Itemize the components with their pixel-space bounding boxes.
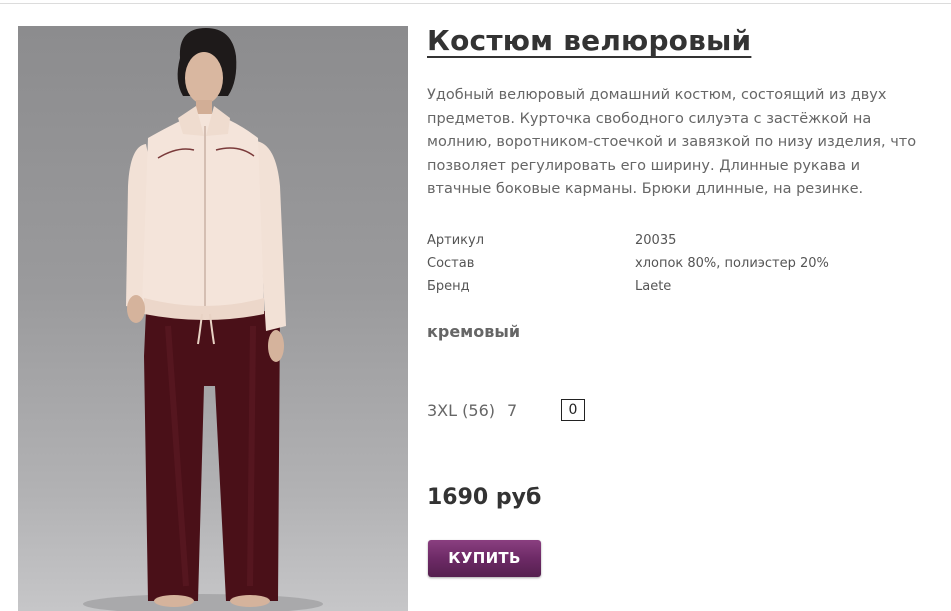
spec-label: Артикул (427, 233, 485, 248)
product-color: кремовый (427, 322, 521, 341)
spec-label: Бренд (427, 279, 470, 294)
top-divider (0, 3, 951, 4)
product-photo[interactable] (18, 26, 408, 611)
product-specs-table: Артикул 20035 Состав хлопок 80%, полиэст… (427, 229, 907, 298)
spec-value: хлопок 80%, полиэстер 20% (635, 256, 829, 271)
product-price: 1690 руб (427, 485, 542, 510)
product-title: Костюм велюровый (427, 24, 752, 57)
buy-button[interactable]: КУПИТЬ (428, 540, 541, 577)
spec-value: Laete (635, 279, 672, 294)
size-row: 3XL (56) 7 0 (427, 399, 585, 421)
spec-row-composition: Состав хлопок 80%, полиэстер 20% (427, 252, 907, 275)
model-illustration (83, 28, 323, 611)
size-stock-count: 7 (507, 400, 518, 420)
spec-label: Состав (427, 256, 475, 271)
product-description: Удобный велюровый домашний костюм, состо… (427, 87, 917, 197)
size-label: 3XL (56) (427, 400, 495, 420)
quantity-input[interactable]: 0 (561, 399, 585, 421)
spec-row-brand: Бренд Laete (427, 275, 907, 298)
spec-value: 20035 (635, 233, 677, 248)
spec-row-article: Артикул 20035 (427, 229, 907, 252)
